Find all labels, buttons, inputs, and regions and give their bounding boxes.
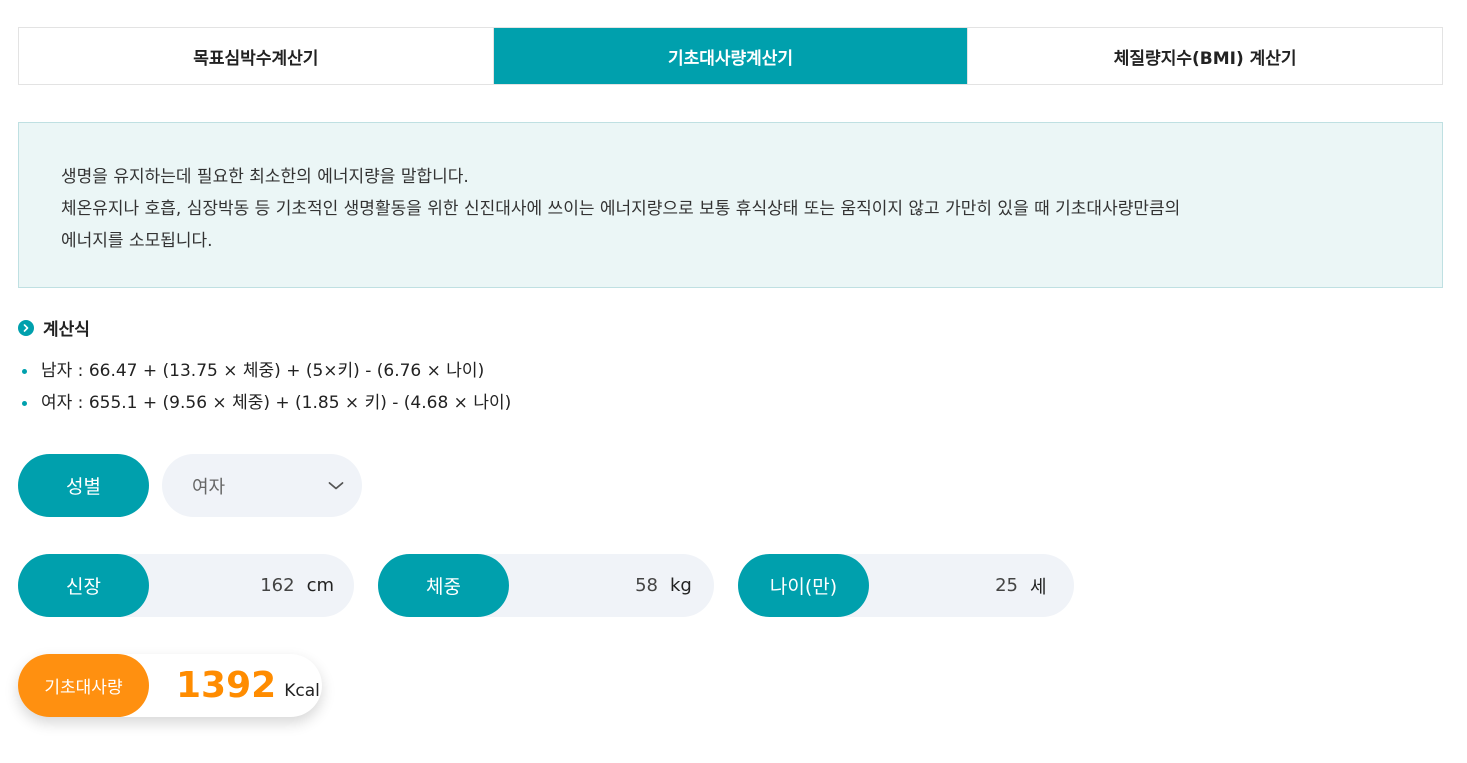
height-field[interactable]: 신장 162 cm bbox=[18, 554, 354, 617]
formula-list: 남자 : 66.47 + (13.75 × 체중) + (5×키) - (6.7… bbox=[22, 355, 511, 419]
age-field[interactable]: 나이(만) 25 세 bbox=[738, 554, 1074, 617]
age-label: 나이(만) bbox=[738, 554, 869, 617]
formula-title: 계산식 bbox=[43, 320, 90, 340]
gender-selected-value: 여자 bbox=[192, 476, 226, 498]
description-line-1: 생명을 유지하는데 필요한 최소한의 에너지량을 말합니다. bbox=[61, 167, 469, 187]
body-metrics-row: 신장 162 cm 체중 58 kg 나이(만) 25 세 bbox=[18, 554, 1074, 617]
bullet-dot-icon bbox=[22, 400, 27, 406]
tab-bmi[interactable]: 체질량지수(BMI) 계산기 bbox=[967, 28, 1443, 84]
calculator-tabs: 목표심박수계산기 기초대사량계산기 체질량지수(BMI) 계산기 bbox=[18, 27, 1443, 85]
bmr-description-box: 생명을 유지하는데 필요한 최소한의 에너지량을 말합니다. 체온유지나 호흡,… bbox=[18, 122, 1443, 288]
list-item: 남자 : 66.47 + (13.75 × 체중) + (5×키) - (6.7… bbox=[22, 355, 511, 387]
bmr-result: 기초대사량 1392 Kcal bbox=[18, 654, 322, 717]
bullet-dot-icon bbox=[22, 368, 27, 374]
height-label: 신장 bbox=[18, 554, 149, 617]
gender-label: 성별 bbox=[18, 454, 149, 517]
gender-select[interactable]: 여자 bbox=[162, 454, 362, 517]
description-line-2: 체온유지나 호흡, 심장박동 등 기초적인 생명활동을 위한 신진대사에 쓰이는… bbox=[61, 199, 1181, 219]
chevron-down-icon bbox=[328, 475, 344, 496]
weight-field[interactable]: 체중 58 kg bbox=[378, 554, 714, 617]
tab-bmr[interactable]: 기초대사량계산기 bbox=[492, 28, 968, 84]
age-input[interactable]: 25 bbox=[869, 575, 1024, 596]
result-label: 기초대사량 bbox=[18, 654, 149, 717]
formula-female: 여자 : 655.1 + (9.56 × 체중) + (1.85 × 키) - … bbox=[41, 393, 512, 413]
result-unit: Kcal bbox=[284, 680, 320, 701]
result-value: 1392 bbox=[176, 665, 277, 706]
description-line-3: 에너지를 소모됩니다. bbox=[61, 231, 213, 251]
chevron-right-icon bbox=[18, 319, 34, 336]
formula-male: 남자 : 66.47 + (13.75 × 체중) + (5×키) - (6.7… bbox=[41, 361, 485, 381]
weight-unit: kg bbox=[670, 575, 692, 596]
weight-input[interactable]: 58 bbox=[509, 575, 664, 596]
formula-heading: 계산식 bbox=[18, 315, 90, 340]
age-unit: 세 bbox=[1030, 576, 1047, 598]
list-item: 여자 : 655.1 + (9.56 × 체중) + (1.85 × 키) - … bbox=[22, 387, 511, 419]
weight-label: 체중 bbox=[378, 554, 509, 617]
height-unit: cm bbox=[306, 575, 334, 596]
gender-row: 성별 여자 bbox=[18, 454, 362, 517]
tab-target-heart-rate[interactable]: 목표심박수계산기 bbox=[19, 28, 493, 84]
height-input[interactable]: 162 bbox=[149, 575, 301, 596]
